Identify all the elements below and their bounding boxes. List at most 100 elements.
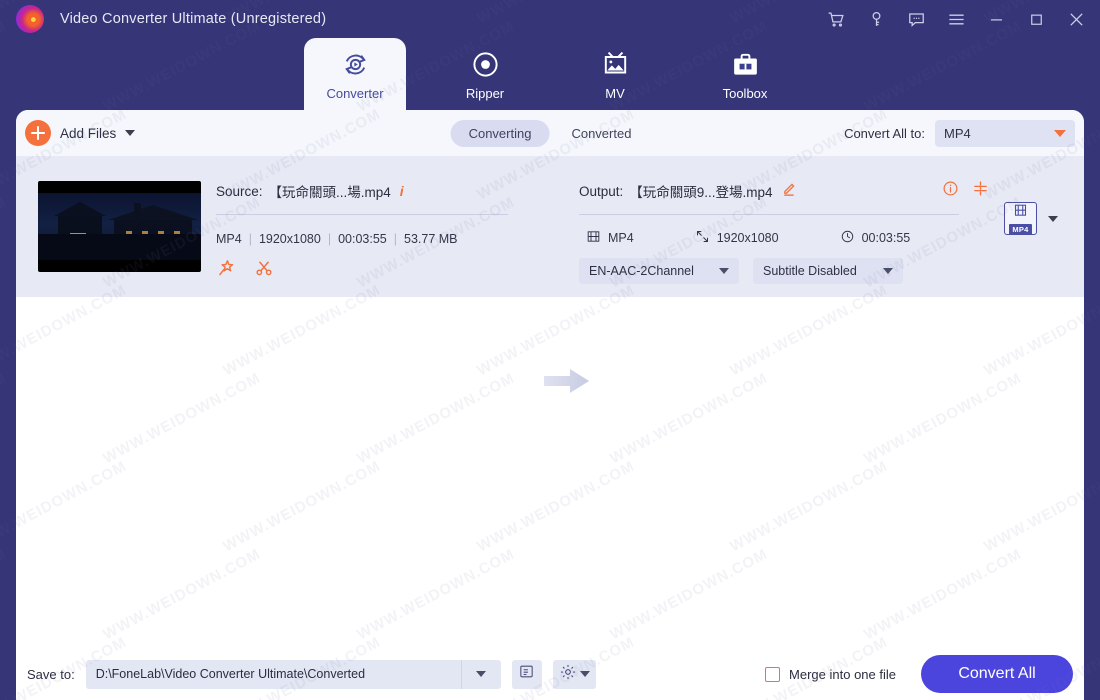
meta-separator: | (328, 232, 331, 246)
merge-label: Merge into one file (789, 667, 896, 682)
output-meta: MP4 1920x1080 00:0 (579, 229, 959, 247)
convert-all-to-select[interactable]: MP4 (935, 120, 1075, 147)
output-title-row: Output: 【玩命關頭9...登場.mp4 (579, 181, 959, 201)
minimize-icon[interactable] (976, 0, 1016, 38)
meta-separator: | (249, 232, 252, 246)
settings-button[interactable] (553, 660, 596, 689)
thumb-chimney (134, 203, 141, 221)
output-divider (579, 214, 959, 215)
output-format-badge-button[interactable]: MP4 (1004, 202, 1037, 235)
tab-toolbox[interactable]: Toolbox (695, 38, 795, 110)
output-block: Output: 【玩命關頭9...登場.mp4 (579, 181, 959, 284)
source-label: Source: (216, 184, 263, 199)
clock-icon (840, 229, 855, 247)
converter-icon (340, 48, 371, 82)
watermark-text: WWW.WEIDOWN.COM (0, 546, 9, 644)
save-to-dropdown[interactable] (461, 660, 501, 689)
expand-icon (695, 229, 710, 247)
film-icon (586, 229, 601, 247)
app-logo-icon (16, 5, 44, 33)
folder-open-icon (518, 663, 535, 685)
chevron-down-icon (883, 268, 893, 274)
tab-converting[interactable]: Converting (451, 120, 550, 147)
tab-toolbox-label: Toolbox (723, 86, 768, 101)
menu-icon[interactable] (936, 0, 976, 38)
source-meta: MP4 | 1920x1080 | 00:03:55 | 53.77 MB (216, 232, 516, 246)
chevron-down-icon (719, 268, 729, 274)
source-divider (216, 214, 508, 215)
edit-wand-icon[interactable] (216, 258, 236, 283)
convert-all-button[interactable]: Convert All (921, 655, 1073, 693)
cart-icon[interactable] (816, 0, 856, 38)
mv-icon (600, 48, 631, 82)
format-dropdown-caret-icon[interactable] (1048, 216, 1058, 222)
convert-all-to-group: Convert All to: MP4 (844, 120, 1084, 147)
tab-converted[interactable]: Converted (553, 120, 649, 147)
save-to-path: D:\FoneLab\Video Converter Ultimate\Conv… (86, 667, 461, 681)
toolbox-icon (730, 48, 761, 82)
maximize-icon[interactable] (1016, 0, 1056, 38)
watermark-text: WWW.WEIDOWN.COM (0, 194, 9, 292)
key-icon[interactable] (856, 0, 896, 38)
output-selects: EN-AAC-2Channel Subtitle Disabled (579, 258, 959, 284)
film-icon (1013, 203, 1028, 223)
output-resolution: 1920x1080 (717, 231, 779, 245)
window-title: Video Converter Ultimate (Unregistered) (60, 11, 326, 27)
source-resolution: 1920x1080 (259, 232, 321, 246)
meta-separator: | (394, 232, 397, 246)
video-thumbnail[interactable] (38, 181, 201, 272)
chevron-down-icon[interactable] (125, 130, 135, 136)
checkbox-box[interactable] (765, 667, 780, 682)
info-italic-icon[interactable]: i (400, 183, 404, 199)
plus-circle-icon (25, 120, 51, 146)
output-action-icons (942, 180, 989, 200)
chat-icon[interactable] (896, 0, 936, 38)
source-filename: 【玩命關頭...場.mp4 (269, 181, 391, 201)
empty-list-area (16, 297, 1084, 637)
output-format: MP4 (608, 231, 634, 245)
title-bar: Video Converter Ultimate (Unregistered) (0, 0, 1100, 38)
output-duration: 00:03:55 (862, 231, 911, 245)
tab-ripper[interactable]: Ripper (435, 38, 535, 110)
convert-all-to-value: MP4 (944, 126, 971, 141)
output-filename: 【玩命關頭9...登場.mp4 (629, 181, 772, 201)
source-duration: 00:03:55 (338, 232, 387, 246)
close-icon[interactable] (1056, 0, 1096, 38)
file-list-row[interactable]: Source: 【玩命關頭...場.mp4 i MP4 | 1920x1080 … (16, 156, 1084, 297)
source-tools (216, 258, 516, 283)
convert-all-to-label: Convert All to: (844, 126, 925, 141)
adjust-icon[interactable] (972, 180, 989, 200)
tab-mv[interactable]: MV (565, 38, 665, 110)
main-nav: Converter Ripper MV Toolbo (0, 38, 1100, 110)
tab-ripper-label: Ripper (466, 86, 504, 101)
merge-into-one-file-checkbox[interactable]: Merge into one file (765, 667, 896, 682)
conversion-arrow-icon (544, 368, 590, 399)
gear-icon (559, 663, 577, 686)
tab-converter[interactable]: Converter (304, 38, 406, 110)
thumb-ground (38, 234, 201, 260)
add-files-button[interactable]: Add Files (25, 120, 135, 146)
save-to-field[interactable]: D:\FoneLab\Video Converter Ultimate\Conv… (86, 660, 501, 689)
output-label: Output: (579, 184, 623, 199)
tab-mv-label: MV (605, 86, 625, 101)
save-to-label: Save to: (27, 667, 75, 682)
chevron-down-icon (1054, 130, 1066, 137)
output-duration-group: 00:03:55 (833, 229, 911, 247)
window-controls (816, 0, 1100, 38)
audio-track-select[interactable]: EN-AAC-2Channel (579, 258, 739, 284)
output-format-badge-label: MP4 (1009, 224, 1031, 235)
scissors-icon[interactable] (254, 258, 274, 283)
ripper-icon (470, 48, 501, 82)
add-files-label: Add Files (60, 126, 116, 141)
output-format-group: MP4 (579, 229, 634, 247)
open-folder-button[interactable] (512, 660, 542, 689)
info-circle-icon[interactable] (942, 180, 959, 200)
source-filesize: 53.77 MB (404, 232, 458, 246)
status-tabs: Converting Converted (451, 120, 650, 147)
watermark-text: WWW.WEIDOWN.COM (0, 370, 9, 468)
output-resolution-group: 1920x1080 (688, 229, 779, 247)
bottom-bar: Save to: D:\FoneLab\Video Converter Ulti… (16, 648, 1084, 700)
chevron-down-icon[interactable] (580, 671, 590, 677)
pencil-icon[interactable] (781, 182, 796, 200)
subtitle-select[interactable]: Subtitle Disabled (753, 258, 903, 284)
